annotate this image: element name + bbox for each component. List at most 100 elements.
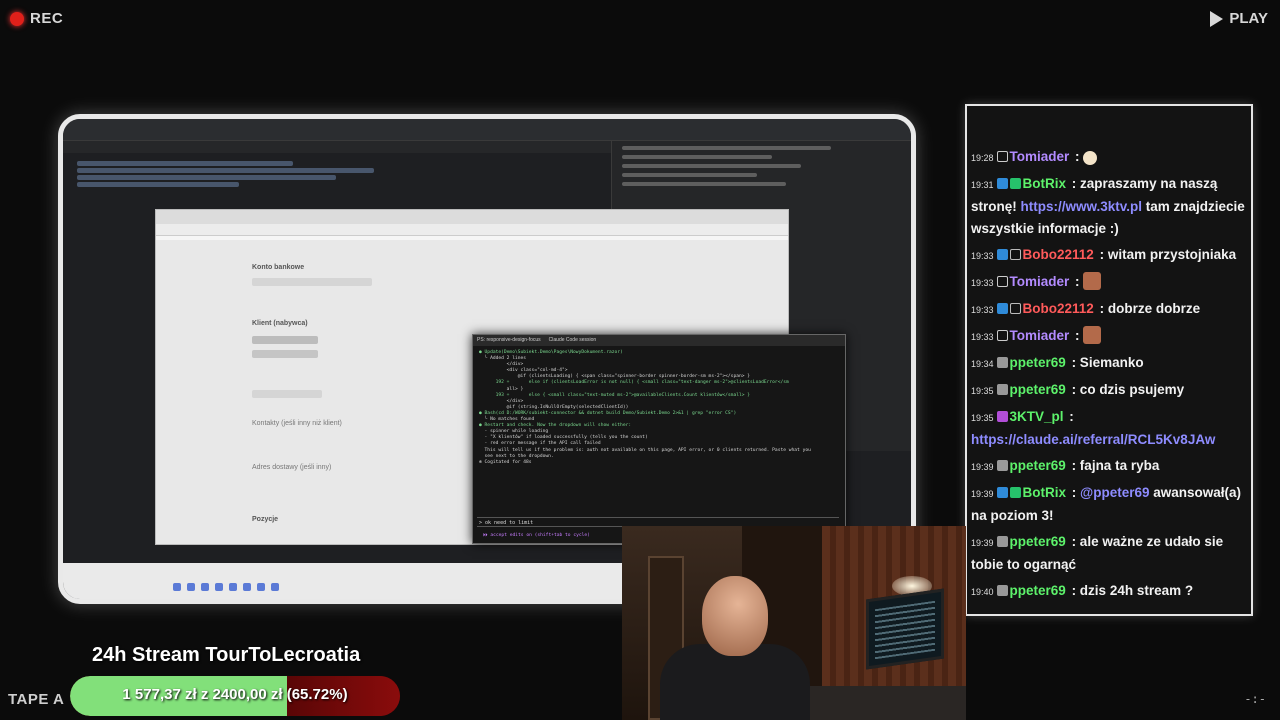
record-dot-icon: [10, 11, 24, 26]
chat-message: 19:33 Tomiader :: [971, 325, 1247, 348]
chat-text: : witam przystojniaka: [1095, 247, 1237, 262]
terminal-output: ● Update(Demo\Subiekt.Demo\Pages\NowyDok…: [473, 346, 845, 470]
chat-username[interactable]: 3KTV_pl: [1010, 409, 1064, 424]
chat-text: : dobrze dobrze: [1095, 301, 1201, 316]
chat-username[interactable]: ppeter69: [1010, 458, 1066, 473]
chat-message: 19:39 ppeter69 : ale ważne ze udało sie t…: [971, 531, 1247, 576]
mod-badge-icon: [996, 487, 1008, 498]
play-label: PLAY: [1229, 10, 1268, 27]
terminal-line: 192 + else if (clientsLoadError is not n…: [479, 380, 789, 386]
street-field: [252, 390, 322, 398]
live-chat-panel: 19:28 Tomiader : 19:31 BotRix : zapraszamy…: [965, 104, 1253, 616]
face-emote-icon: [1083, 326, 1102, 344]
terminal-mode-hint: ⏵⏵ accept edits on (shift+tab to cycle): [483, 533, 590, 538]
chat-message: 19:33 Tomiader :: [971, 271, 1247, 294]
chat-timestamp: 19:35: [971, 386, 994, 396]
chat-link[interactable]: @ppeter69: [1080, 485, 1149, 500]
section-delivery: Adres dostawy (jeśli inny): [252, 464, 332, 471]
ok-badge-icon: [1009, 178, 1021, 189]
chat-username[interactable]: ppeter69: [1010, 355, 1066, 370]
hand-emote-icon: [1083, 151, 1098, 165]
chat-timestamp: 19:33: [971, 305, 994, 315]
chat-timestamp: 19:39: [971, 462, 994, 472]
chat-timestamp: 19:33: [971, 251, 994, 261]
play-icon: [1210, 10, 1224, 27]
chat-username[interactable]: ppeter69: [1010, 382, 1066, 397]
terminal-tab-2[interactable]: Claude Code session: [549, 337, 597, 344]
ide-toolbar: [63, 119, 911, 141]
chat-text: :: [1065, 409, 1074, 424]
mod-badge-icon: [996, 249, 1008, 260]
hex-badge-icon: [1009, 249, 1021, 260]
chat-text: : Siemanko: [1067, 355, 1144, 370]
corner-mark: -:-: [1244, 692, 1266, 706]
chat-username[interactable]: Tomiader: [1010, 274, 1070, 289]
chat-timestamp: 19:35: [971, 413, 994, 423]
hat-badge-icon: [996, 536, 1008, 547]
chat-username[interactable]: Bobo22112: [1023, 247, 1094, 262]
hat-badge-icon: [996, 384, 1008, 395]
chat-link[interactable]: https://claude.ai/referral/RCL5Kv8JAw: [971, 432, 1215, 447]
app-icon[interactable]: [215, 583, 223, 591]
x-badge-icon: [996, 151, 1008, 162]
chat-username[interactable]: ppeter69: [1010, 534, 1066, 549]
chat-timestamp: 19:31: [971, 180, 994, 190]
terminal-tab-1[interactable]: PS: responsive-design-focus: [477, 337, 541, 344]
donation-goal-text: 1 577,37 zł z 2400,00 zł (65.72%): [122, 686, 348, 703]
client-select: [252, 336, 318, 344]
chat-timestamp: 19:28: [971, 153, 994, 163]
app-icon[interactable]: [257, 583, 265, 591]
chat-message: 19:35 ppeter69 : co dzis psujemy: [971, 379, 1247, 402]
chat-timestamp: 19:33: [971, 332, 994, 342]
chat-username[interactable]: Bobo22112: [1023, 301, 1094, 316]
taskbar-icons: [173, 583, 279, 591]
terminal-titlebar: PS: responsive-design-focus Claude Code …: [473, 335, 845, 346]
chat-text: : ale ważne ze udało sie tobie to ogarną…: [971, 534, 1224, 572]
section-positions: Pozycje: [252, 516, 279, 523]
chat-username[interactable]: BotRix: [1023, 485, 1067, 500]
browser-tabs: [156, 210, 788, 224]
chat-link[interactable]: https://www.3ktv.pl: [1021, 199, 1143, 214]
chat-message: 19:34 ppeter69 : Siemanko: [971, 352, 1247, 375]
terminal-line: ✻ Cogitated for 48s: [479, 459, 532, 465]
browser-address-bar: [156, 224, 788, 236]
x-badge-icon: [996, 330, 1008, 341]
hat-badge-icon: [996, 460, 1008, 471]
chat-message: 19:39 ppeter69 : fajna ta ryba: [971, 455, 1247, 478]
mod-badge-icon: [996, 303, 1008, 314]
chat-message: 19:39 BotRix : @ppeter69 awansował(a) na …: [971, 482, 1247, 527]
app-icon[interactable]: [271, 583, 279, 591]
section-contacts: Kontakty (jeśli inny niż klient): [252, 420, 342, 427]
chat-timestamp: 19:39: [971, 489, 994, 499]
client-option: [252, 350, 318, 358]
chat-timestamp: 19:39: [971, 538, 994, 548]
app-icon[interactable]: [173, 583, 181, 591]
app-icon[interactable]: [229, 583, 237, 591]
chat-username[interactable]: Tomiader: [1010, 328, 1070, 343]
chat-text: : fajna ta ryba: [1067, 458, 1160, 473]
hat-badge-icon: [996, 357, 1008, 368]
rec-label: REC: [30, 10, 64, 27]
ok-badge-icon: [1009, 487, 1021, 498]
chat-message: 19:35 3KTV_pl : https://claude.ai/referra…: [971, 406, 1247, 451]
mic-badge-icon: [996, 411, 1008, 422]
chat-message: 19:33 Bobo22112 : witam przystojniaka: [971, 244, 1247, 267]
chat-username[interactable]: ppeter69: [1010, 583, 1066, 598]
mod-badge-icon: [996, 178, 1008, 189]
chat-message: 19:33 Bobo22112 : dobrze dobrze: [971, 298, 1247, 321]
ide-code-editor: [77, 159, 617, 203]
app-icon[interactable]: [243, 583, 251, 591]
chat-timestamp: 19:33: [971, 278, 994, 288]
chat-username[interactable]: Tomiader: [1010, 149, 1070, 164]
chat-timestamp: 19:40: [971, 587, 994, 597]
app-icon[interactable]: [187, 583, 195, 591]
webcam-monitor: [866, 588, 944, 670]
app-icon[interactable]: [201, 583, 209, 591]
chat-timestamp: 19:34: [971, 359, 994, 369]
chat-text: : co dzis psujemy: [1067, 382, 1185, 397]
rec-indicator: REC: [10, 10, 63, 27]
chat-username[interactable]: BotRix: [1023, 176, 1067, 191]
chat-text: : dzis 24h stream ?: [1067, 583, 1194, 598]
chat-text: :: [1071, 328, 1084, 343]
chat-message: 19:31 BotRix : zapraszamy na naszą stronę…: [971, 173, 1247, 240]
